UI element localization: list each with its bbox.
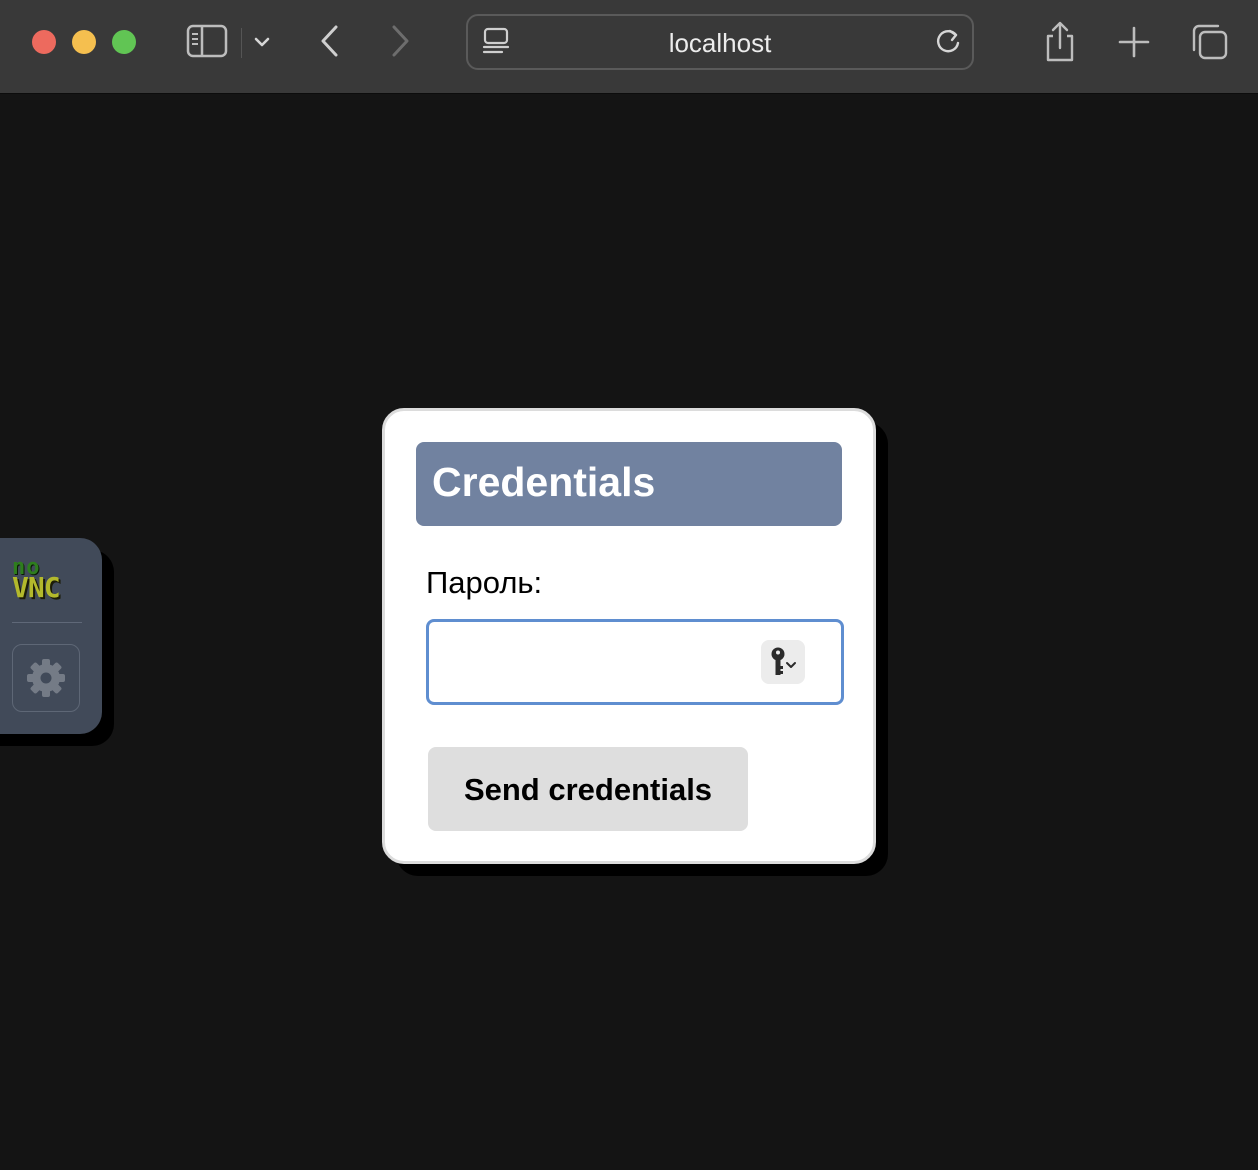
- logo-vnc-text: VNC: [12, 571, 61, 604]
- settings-button[interactable]: [12, 644, 80, 712]
- share-icon[interactable]: [1040, 20, 1080, 64]
- window-zoom-button[interactable]: [112, 30, 136, 54]
- tabs-icon[interactable]: [1188, 20, 1232, 64]
- window-close-button[interactable]: [32, 30, 56, 54]
- control-bar-divider: [12, 622, 82, 623]
- url-text[interactable]: localhost: [468, 28, 972, 58]
- chevron-right-icon[interactable]: [386, 24, 414, 58]
- toolbar-divider: [241, 28, 242, 58]
- credentials-dialog: Credentials Пароль: Send credentials: [382, 408, 876, 864]
- sidebar-icon[interactable]: [186, 24, 228, 58]
- dialog-title: Credentials: [432, 459, 656, 505]
- reload-icon[interactable]: [932, 26, 964, 58]
- address-bar[interactable]: localhost: [466, 14, 974, 70]
- chevron-left-icon[interactable]: [316, 24, 344, 58]
- novnc-control-bar[interactable]: no VNC: [0, 538, 102, 734]
- window-minimize-button[interactable]: [72, 30, 96, 54]
- chevron-down-icon[interactable]: [250, 30, 274, 54]
- password-input[interactable]: [426, 619, 844, 705]
- plus-icon[interactable]: [1114, 22, 1154, 62]
- browser-toolbar: localhost: [0, 0, 1258, 94]
- novnc-logo: no VNC: [12, 557, 84, 604]
- gear-icon: [27, 659, 65, 697]
- password-label: Пароль:: [426, 565, 543, 600]
- send-credentials-button[interactable]: Send credentials: [428, 747, 748, 831]
- dialog-header: Credentials: [416, 442, 842, 526]
